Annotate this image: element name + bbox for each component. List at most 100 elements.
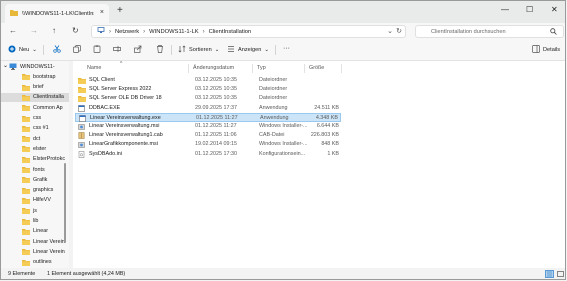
tiles-view-button[interactable] (556, 270, 565, 278)
folder-icon (22, 156, 30, 163)
cell-date: 01.12.2025 17:30 (195, 150, 237, 157)
tab-close-icon[interactable]: × (100, 9, 104, 16)
sidebar-item[interactable]: dct (1, 134, 69, 143)
column-divider[interactable] (188, 64, 189, 73)
table-row[interactable]: LinearGrafikkomponente.msi 19.02.2014 09:… (75, 140, 341, 149)
sidebar-item[interactable]: Linear (1, 227, 69, 236)
copy-button[interactable] (73, 45, 81, 55)
cell-size: 6.644 KB (316, 123, 339, 129)
tab-title: \\WINDOWS11-1-LK\ClientInst (22, 10, 94, 17)
toolbar-divider (43, 45, 44, 55)
sidebar-item[interactable]: brief (1, 83, 69, 92)
sidebar-item[interactable]: ClientInstalla (1, 92, 69, 102)
column-header-date[interactable]: Änderungsdatum (193, 65, 234, 71)
tab-clientinstallation[interactable]: \\WINDOWS11-1-LK\ClientInst × (5, 4, 109, 23)
folder-icon (22, 166, 30, 173)
sidebar-item[interactable]: ⌄ WINDOWS11- (1, 62, 69, 71)
sidebar-item[interactable]: Linear Verein (1, 237, 69, 246)
details-view-button[interactable] (545, 270, 554, 278)
column-header-type[interactable]: Typ (257, 65, 266, 71)
breadcrumb-separator: › (143, 28, 146, 35)
more-options-button[interactable]: ··· (283, 45, 290, 52)
address-dropdown-icon[interactable]: ⌄ (387, 27, 393, 35)
breadcrumb-windows11[interactable]: WINDOWS11-1-LK (149, 29, 199, 35)
sidebar-item[interactable]: elster (1, 144, 69, 153)
ini-icon (78, 150, 85, 160)
column-divider[interactable] (304, 64, 305, 73)
table-row[interactable]: DDBAC.EXE 29.09.2025 17:37 Anwendung 24.511… (75, 104, 341, 113)
sidebar-item[interactable]: lib (1, 217, 69, 226)
column-divider[interactable] (341, 64, 342, 73)
sort-button[interactable]: Sortieren ⌄ (178, 45, 219, 55)
details-pane-button[interactable]: Details (532, 45, 560, 55)
sidebar-item[interactable]: ElsterProtokc (1, 155, 69, 164)
cell-size: 4.348 KB (315, 114, 338, 121)
sidebar-item[interactable]: bootstrap (1, 72, 69, 81)
sidebar-item[interactable]: css #1 (1, 124, 69, 133)
breadcrumb-clientinstallation[interactable]: ClientInstallation (209, 29, 252, 35)
search-input[interactable]: ClientInstallation durchsuchen (415, 25, 564, 38)
paste-button[interactable] (93, 45, 101, 55)
cell-name: Linear Vereinsverwaltung.exe (90, 114, 161, 121)
sidebar-item[interactable]: Linear Verein (1, 247, 69, 256)
sort-icon (178, 45, 186, 55)
new-button[interactable]: Neu ⌄ (8, 45, 37, 55)
folder-icon (22, 248, 30, 256)
rename-button[interactable] (113, 45, 121, 55)
delete-button[interactable] (156, 45, 164, 55)
sidebar-item[interactable]: graphics (1, 186, 69, 195)
sidebar-item[interactable]: Grafik (1, 175, 69, 184)
folder-icon (22, 125, 30, 132)
search-icon (550, 28, 557, 37)
cell-date: 01.12.2025 11:27 (196, 114, 238, 121)
details-pane-icon (532, 45, 540, 55)
sidebar-item[interactable]: js (1, 206, 69, 215)
close-window-button[interactable]: ✕ (551, 5, 558, 14)
view-button[interactable]: Anzeigen ⌄ (227, 45, 269, 55)
table-row[interactable]: Linear Vereinsverwaltung1.cab 01.12.2025 … (75, 131, 341, 140)
cell-name: Linear Vereinsverwaltung1.cab (89, 132, 163, 139)
sidebar-item[interactable]: outlines (1, 258, 69, 267)
sidebar-item-label: Common Ap (33, 104, 63, 111)
sidebar-item-label: dct (33, 135, 41, 142)
cell-size: 1 KB (327, 150, 339, 157)
address-bar[interactable]: › Netzwerk › WINDOWS11-1-LK › ClientInst… (91, 25, 406, 38)
sidebar-item[interactable]: fonts (1, 165, 69, 174)
sidebar-item[interactable]: css (1, 114, 69, 123)
table-row[interactable]: Linear Vereinsverwaltung.exe 01.12.2025 1… (75, 112, 341, 122)
refresh-button[interactable]: ↻ (72, 26, 79, 36)
table-row[interactable]: SQL Server OLE DB Driver 18 03.12.2025 10… (75, 94, 341, 103)
chevron-down-icon[interactable]: ⌄ (3, 62, 8, 69)
sidebar-item[interactable]: HilfeVV (1, 196, 69, 205)
clipboard-icon (93, 45, 101, 55)
forward-button[interactable]: → (30, 26, 38, 36)
nav-scrollbar[interactable] (63, 63, 67, 263)
new-tab-button[interactable]: + (117, 6, 123, 16)
sidebar-item-label: graphics (33, 187, 54, 194)
minimize-button[interactable]: — (501, 5, 509, 14)
scissors-icon (53, 45, 61, 55)
sidebar-item-label: brief (33, 84, 44, 91)
share-button[interactable] (134, 45, 142, 55)
folder-icon (22, 197, 30, 204)
table-row[interactable]: SQL Client 03.12.2025 10:35 Dateiordner (75, 76, 341, 85)
table-row[interactable]: SysDBAdo.ini 01.12.2025 17:30 Konfiguratio… (75, 150, 341, 159)
table-row[interactable]: SQL Server Express 2022 03.12.2025 10:35 D… (75, 85, 341, 94)
cut-button[interactable] (53, 45, 61, 55)
view-label: Anzeigen (238, 47, 262, 53)
nav-scrollbar-thumb[interactable] (64, 163, 66, 243)
cell-type: Dateiordner (259, 86, 288, 93)
up-button[interactable]: ↑ (52, 26, 56, 36)
sidebar-item-label: outlines (33, 259, 52, 266)
column-header-name[interactable]: Name (87, 65, 101, 71)
column-divider[interactable] (252, 64, 253, 73)
breadcrumb-netzwerk[interactable]: Netzwerk (115, 29, 139, 35)
sidebar-item[interactable]: Common Ap (1, 103, 69, 112)
sidebar-item-label: Linear Verein (33, 248, 65, 255)
back-button[interactable]: ← (9, 26, 17, 36)
table-row[interactable]: Linear Vereinsverwaltung.msi 01.12.2025 1… (75, 122, 341, 131)
maximize-button[interactable]: ☐ (526, 5, 533, 14)
column-header-size[interactable]: Größe (309, 65, 324, 71)
cell-size: 848 KB (321, 141, 339, 148)
address-refresh-icon[interactable]: ↻ (396, 27, 402, 35)
